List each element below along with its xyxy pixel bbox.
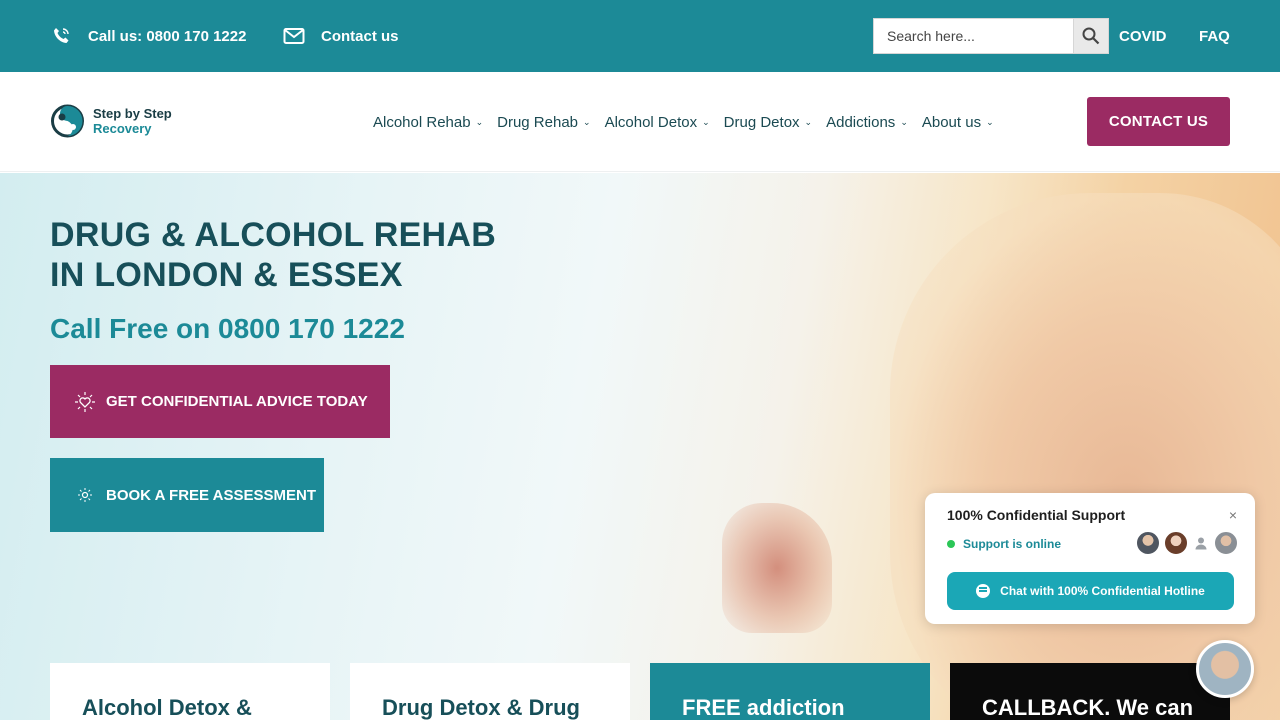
chat-hotline-button[interactable]: Chat with 100% Confidential Hotline (947, 572, 1234, 610)
call-us-link[interactable]: Call us: 0800 170 1222 (50, 0, 246, 72)
get-advice-label: GET CONFIDENTIAL ADVICE TODAY (106, 393, 368, 410)
logo-icon (51, 104, 84, 138)
avatar (1213, 530, 1239, 556)
book-assessment-label: BOOK A FREE ASSESSMENT (106, 486, 317, 504)
nav-addictions[interactable]: Addictions ⌄ (826, 114, 908, 131)
chat-title: 100% Confidential Support (947, 507, 1126, 523)
hero-image-glass (722, 503, 832, 633)
nav-about-us[interactable]: About us ⌄ (922, 114, 994, 131)
card-alcohol-detox[interactable]: Alcohol Detox & (50, 663, 330, 720)
top-bar: Call us: 0800 170 1222 Contact us COVID … (0, 0, 1280, 72)
nav-drug-detox[interactable]: Drug Detox ⌄ (724, 114, 812, 131)
contact-us-link[interactable]: Contact us (283, 0, 399, 72)
nav-label: Alcohol Detox (604, 113, 698, 131)
call-us-label: Call us: 0800 170 1222 (88, 27, 247, 45)
chevron-down-icon: ⌄ (475, 116, 484, 127)
chevron-down-icon: ⌄ (804, 116, 813, 127)
avatar (1135, 530, 1161, 556)
nav-label: Drug Detox (723, 113, 800, 131)
page-title-line2: IN LONDON & ESSEX (50, 256, 403, 294)
get-advice-button[interactable]: GET CONFIDENTIAL ADVICE TODAY (50, 365, 390, 438)
card-callback[interactable]: CALLBACK. We can (950, 663, 1230, 720)
call-free-text[interactable]: Call Free on 0800 170 1222 (50, 313, 405, 345)
agent-avatars (1133, 530, 1239, 556)
main-header: Step by Step Recovery Alcohol Rehab ⌄ Dru… (0, 72, 1280, 172)
logo[interactable]: Step by Step Recovery (50, 103, 172, 139)
nav-alcohol-rehab[interactable]: Alcohol Rehab ⌄ (373, 114, 483, 131)
card-drug-detox[interactable]: Drug Detox & Drug (350, 663, 630, 720)
hero-section: DRUG & ALCOHOL REHAB IN LONDON & ESSEX C… (0, 173, 1280, 720)
logo-text-line1: Step by Step (93, 106, 172, 121)
contact-us-button[interactable]: CONTACT US (1087, 97, 1230, 146)
covid-link[interactable]: COVID (1119, 0, 1167, 72)
card-free-addiction[interactable]: FREE addiction (650, 663, 930, 720)
nav-label: Alcohol Rehab (373, 113, 471, 131)
chevron-down-icon: ⌄ (583, 116, 591, 127)
phone-icon (50, 25, 72, 47)
chat-status-label: Support is online (963, 537, 1061, 551)
nav-label: Addictions (826, 113, 896, 131)
chat-agent-avatar[interactable] (1196, 640, 1254, 698)
chat-hotline-label: Chat with 100% Confidential Hotline (1000, 584, 1205, 598)
card-title: Drug Detox & Drug (382, 695, 580, 720)
contact-us-label: Contact us (321, 27, 399, 45)
page-title-line1: DRUG & ALCOHOL REHAB (50, 216, 497, 254)
card-title: FREE addiction (682, 695, 845, 720)
search-bar (873, 18, 1109, 54)
chevron-down-icon: ⌄ (702, 116, 710, 127)
logo-text-line2: Recovery (93, 121, 152, 136)
chevron-down-icon: ⌄ (986, 116, 994, 127)
envelope-icon (283, 25, 305, 47)
nav-label: Drug Rehab (497, 113, 579, 131)
chat-bubble-icon (976, 584, 991, 598)
sparkle-icon (74, 484, 96, 506)
avatar (1163, 530, 1189, 556)
search-button[interactable] (1073, 18, 1109, 54)
chat-widget: 100% Confidential Support × Support is o… (925, 493, 1255, 624)
nav-label: About us (921, 113, 982, 131)
chevron-down-icon: ⌄ (900, 116, 908, 127)
user-icon (1191, 533, 1211, 553)
online-dot-icon (947, 540, 955, 548)
main-nav: Alcohol Rehab ⌄ Drug Rehab ⌄ Alcohol Detox… (373, 72, 1008, 172)
card-title: CALLBACK. We can (982, 695, 1194, 720)
search-input[interactable] (873, 18, 1073, 54)
chat-status: Support is online (947, 537, 1061, 551)
card-title: Alcohol Detox & (82, 695, 252, 720)
faq-link[interactable]: FAQ (1199, 0, 1230, 72)
book-assessment-button[interactable]: BOOK A FREE ASSESSMENT (50, 458, 324, 532)
nav-alcohol-detox[interactable]: Alcohol Detox ⌄ (605, 114, 710, 131)
close-icon[interactable]: × (1229, 507, 1237, 523)
nav-drug-rehab[interactable]: Drug Rehab ⌄ (497, 114, 590, 131)
search-icon (1082, 27, 1100, 45)
page-title: DRUG & ALCOHOL REHAB IN LONDON & ESSEX (50, 215, 496, 295)
heart-sparkle-icon (74, 391, 96, 413)
